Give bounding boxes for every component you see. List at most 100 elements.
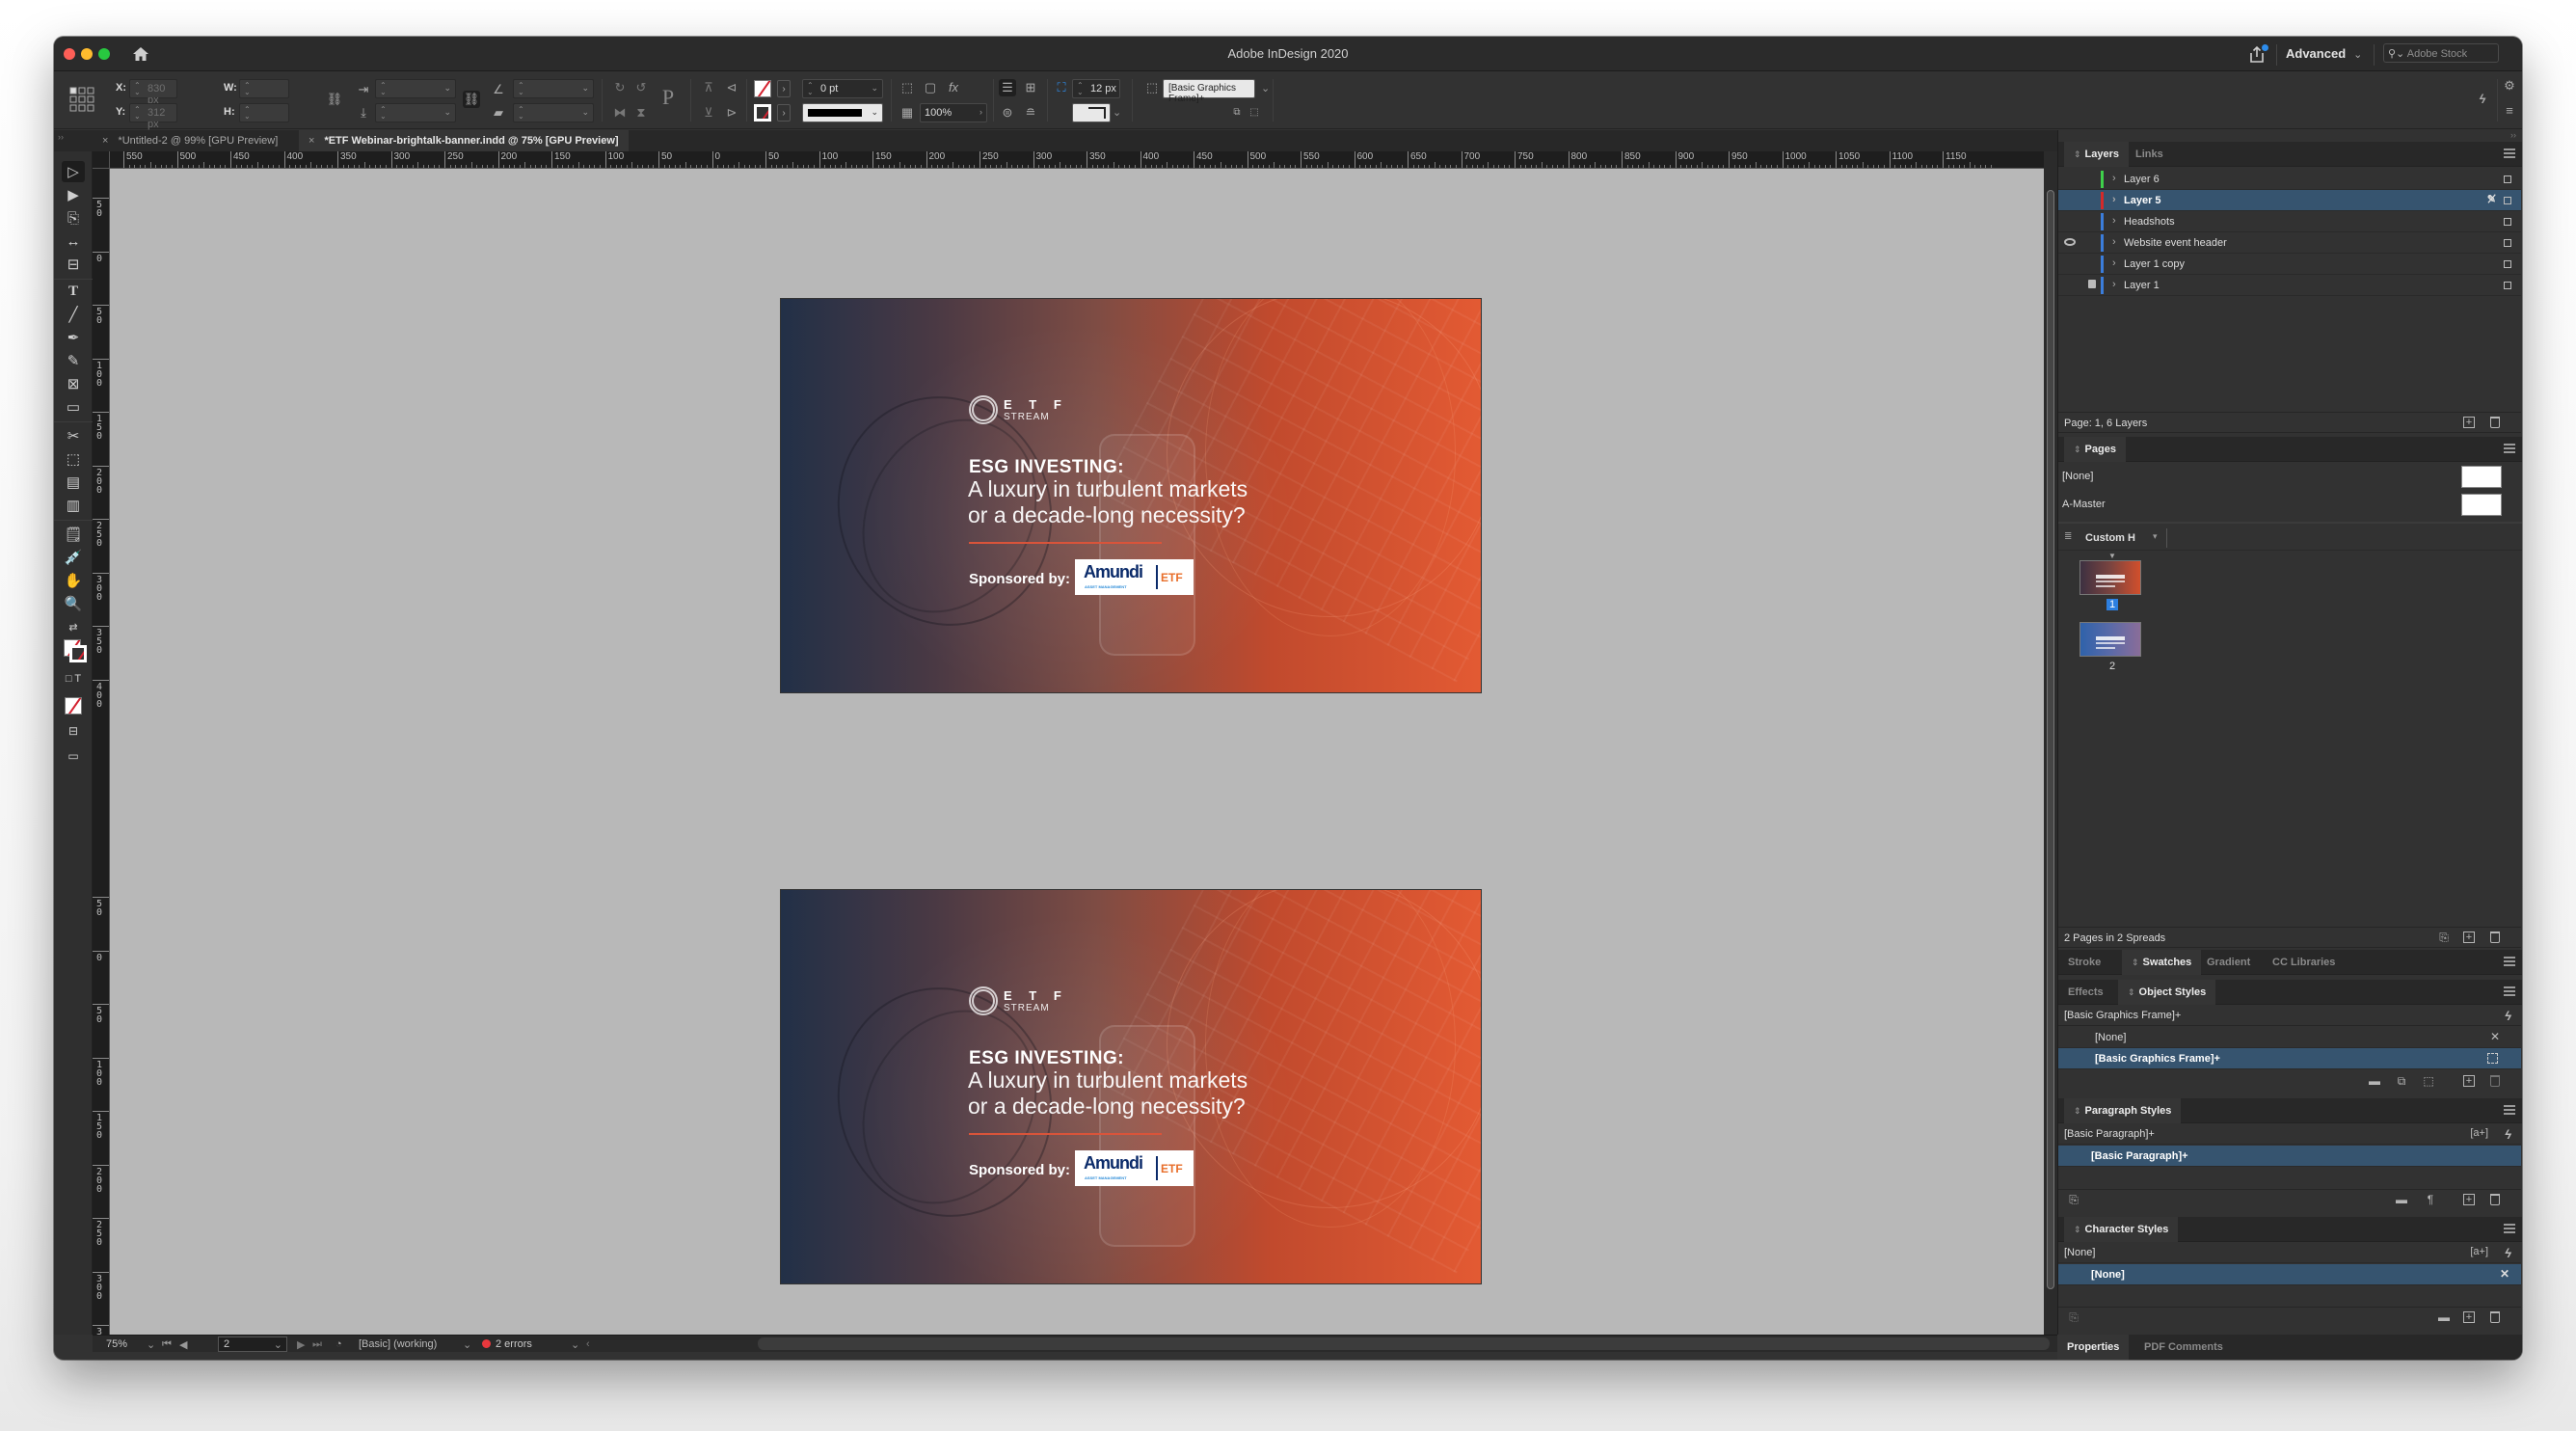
type-tool[interactable]: T [62, 281, 85, 302]
line-tool[interactable]: ╱ [62, 304, 85, 325]
page-thumbnail-1[interactable] [2080, 560, 2141, 595]
chevron-right-icon[interactable]: › [2112, 215, 2116, 227]
apply-none-icon[interactable] [65, 697, 82, 715]
layer-select-square-icon[interactable] [2504, 218, 2511, 226]
layer-row[interactable]: › Headshots [2058, 211, 2521, 232]
vertical-scrollbar[interactable] [2044, 151, 2057, 1335]
visibility-toggle[interactable] [2058, 211, 2080, 232]
layer-row[interactable]: › Layer 5 ✎̸ [2058, 190, 2521, 211]
tab-pages[interactable]: ⇕ Pages [2064, 437, 2126, 462]
swap-fill-stroke-icon[interactable]: ⇄ [62, 616, 85, 637]
chevron-right-icon[interactable]: › [2112, 173, 2116, 184]
rectangle-frame-tool[interactable]: ⊠ [62, 373, 85, 394]
layer-select-square-icon[interactable] [2504, 260, 2511, 268]
tab-untitled-2[interactable]: × *Untitled-2 @ 99% [GPU Preview] [93, 130, 287, 151]
shear-angle-field[interactable]: ⌃ ⌄ ⌄ [513, 103, 594, 122]
edit-page-size-icon[interactable]: ⎘ [2438, 932, 2450, 944]
horizontal-ruler[interactable]: 550 500 450 400 350 300 250 200 150 100 50 0 50 100 15… [110, 151, 2044, 169]
rectangle-tool[interactable]: ▭ [62, 396, 85, 418]
chevron-down-icon[interactable]: ⌄ [1113, 106, 1121, 119]
folder-icon[interactable]: ▬ [2396, 1194, 2407, 1206]
panel-menu-icon[interactable] [2504, 148, 2515, 158]
object-style-none[interactable]: [None] ✕ [2058, 1027, 2521, 1048]
select-container-icon[interactable]: ⊼ [700, 79, 717, 96]
tab-swatches[interactable]: ⇕ Swatches [2122, 950, 2202, 975]
clear-overrides-icon[interactable]: ¶ [2425, 1194, 2436, 1206]
page-thumbnail-2[interactable] [2080, 622, 2141, 657]
page-number-2[interactable]: 2 [2106, 661, 2118, 672]
layer-row[interactable]: › Layer 6 [2058, 169, 2521, 190]
select-next-object-icon[interactable]: ⊳ [723, 104, 740, 122]
tab-stroke[interactable]: Stroke [2058, 950, 2110, 975]
corner-shape-dropdown[interactable] [1072, 103, 1111, 122]
y-field[interactable]: ⌃ ⌄ 312 px [129, 103, 177, 130]
page-tool[interactable]: ⎘ [62, 207, 85, 229]
pages-view-option[interactable]: Custom H [2085, 532, 2135, 544]
gear-icon[interactable]: ⚙ [2501, 77, 2518, 94]
tab-pdf-comments[interactable]: PDF Comments [2134, 1335, 2233, 1360]
tab-gradient[interactable]: Gradient [2197, 950, 2260, 975]
visibility-toggle[interactable] [2058, 275, 2080, 296]
fill-menu-arrow[interactable]: › [777, 80, 791, 97]
horizontal-scrollbar[interactable] [758, 1337, 2050, 1350]
opacity-field[interactable]: 100% › [920, 103, 987, 122]
flip-vertical-icon[interactable]: ⧗ [632, 104, 650, 122]
collapse-icon[interactable]: ›› [58, 132, 64, 142]
preflight-icon[interactable]: ◔ [335, 1338, 342, 1350]
visibility-toggle[interactable] [2058, 169, 2080, 190]
preflight-errors[interactable]: 2 errors [482, 1338, 532, 1350]
folder-icon[interactable]: ▬ [2369, 1075, 2380, 1088]
object-style-basic-graphics-frame[interactable]: [Basic Graphics Frame]+ [2058, 1048, 2521, 1069]
gradient-swatch-tool[interactable]: ▤ [62, 472, 85, 493]
clear-overrides-icon[interactable]: ⧉ [2396, 1075, 2407, 1088]
wrap-around-bounding-box-icon[interactable]: ☰ [999, 79, 1016, 96]
stroke-style-icon[interactable]: ⬚ [899, 79, 916, 96]
fill-swatch[interactable] [754, 80, 771, 97]
scissors-tool[interactable]: ✂ [62, 425, 85, 446]
chevron-down-icon[interactable]: ⌄ [571, 1338, 579, 1351]
previous-page-icon[interactable]: ◀ [179, 1338, 187, 1351]
banner-page-1[interactable]: E T F STREAM ESG INVESTING: A luxury in t… [780, 298, 1482, 693]
adobe-stock-search[interactable]: ⚲⌄ Adobe Stock [2383, 43, 2499, 63]
note-tool[interactable]: 🗒 [62, 524, 85, 545]
layer-row[interactable]: › Layer 1 [2058, 275, 2521, 296]
scrollbar-thumb[interactable] [2047, 190, 2054, 1289]
eyedropper-tool[interactable]: 💉 [62, 547, 85, 568]
trash-icon[interactable] [2490, 1311, 2500, 1323]
jump-to-next-column-icon[interactable]: ≘ [1022, 104, 1039, 122]
flip-horizontal-icon[interactable]: ⧓ [611, 104, 629, 122]
tab-properties[interactable]: Properties [2057, 1335, 2130, 1360]
layer-select-square-icon[interactable] [2504, 282, 2511, 289]
free-transform-tool[interactable]: ⬚ [62, 448, 85, 470]
new-style-icon[interactable]: + [2463, 1311, 2475, 1323]
trash-icon[interactable] [2490, 417, 2500, 428]
layer-select-square-icon[interactable] [2504, 197, 2511, 204]
stroke-color-icon[interactable] [69, 645, 87, 662]
banner-page-2[interactable]: E T F STREAM ESG INVESTING: A luxury in t… [780, 889, 1482, 1284]
panel-menu-icon[interactable] [2504, 957, 2515, 966]
panel-menu-icon[interactable] [2504, 444, 2515, 453]
chevron-down-icon[interactable]: ⌄ [1261, 82, 1270, 94]
height-field[interactable]: ⌃ ⌄ [239, 103, 289, 122]
tab-object-styles[interactable]: ⇕ Object Styles [2118, 980, 2216, 1005]
workspace-switcher[interactable]: Advanced ⌄ [2286, 46, 2362, 61]
quick-apply-icon[interactable]: ϟ [2474, 91, 2491, 108]
effects-fx-icon[interactable]: fx [945, 79, 962, 96]
collapse-panels-icon[interactable]: ›› [2510, 130, 2516, 140]
stroke-menu-arrow[interactable]: › [777, 104, 791, 122]
chevron-right-icon[interactable]: › [2112, 194, 2116, 205]
preflight-profile[interactable]: [Basic] (working) [359, 1338, 437, 1350]
chevron-down-icon[interactable]: ⌄ [463, 1338, 471, 1351]
tab-character-styles[interactable]: ⇕ Character Styles [2064, 1217, 2179, 1242]
stroke-swatch[interactable] [754, 104, 771, 122]
chevron-right-icon[interactable]: › [2112, 279, 2116, 290]
reference-point-icon[interactable] [69, 87, 94, 112]
new-layer-icon[interactable]: + [2463, 417, 2475, 428]
rotate-clockwise-icon[interactable]: ↻ [611, 79, 629, 96]
rotation-angle-field[interactable]: ⌃ ⌄ ⌄ [513, 79, 594, 98]
link-scale-icon[interactable]: ⛓ [463, 91, 480, 108]
scale-y-field[interactable]: ⌃ ⌄ ⌄ [375, 103, 456, 122]
close-icon[interactable]: × [309, 135, 314, 147]
select-content-icon[interactable]: ⊻ [700, 104, 717, 122]
new-page-icon[interactable]: + [2463, 932, 2475, 943]
